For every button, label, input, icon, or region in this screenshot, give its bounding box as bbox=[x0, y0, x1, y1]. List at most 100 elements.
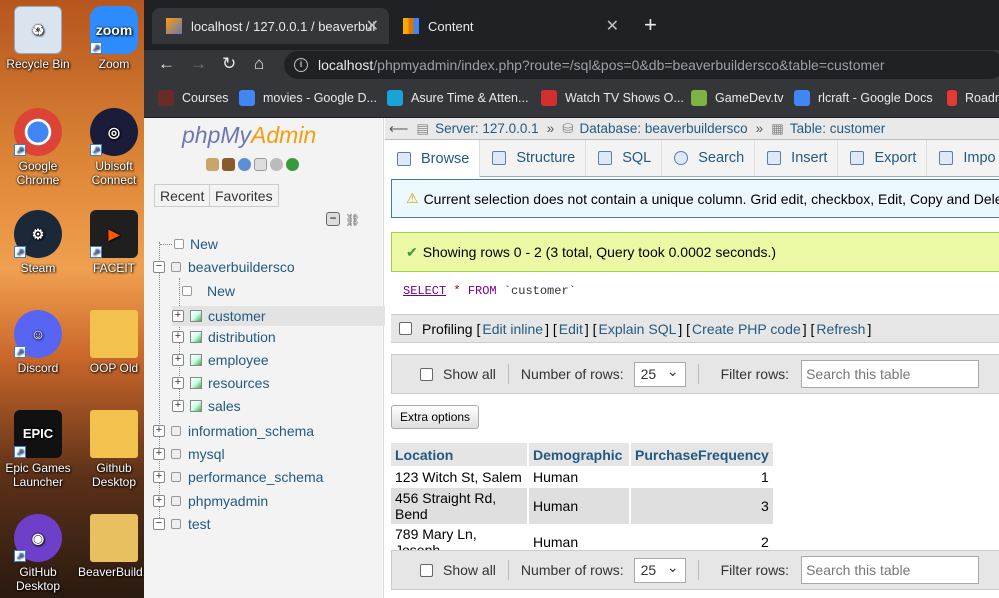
sql-select-keyword[interactable]: SELECT bbox=[403, 284, 446, 298]
profiling-checkbox[interactable] bbox=[399, 322, 412, 335]
bookmark-gamedev[interactable]: GameDev.tv bbox=[691, 90, 784, 106]
close-icon[interactable]: ✕ bbox=[366, 16, 379, 36]
collapse-icon[interactable]: − bbox=[153, 518, 165, 530]
phpmyadmin-logo[interactable]: phpMyAdmin bbox=[182, 122, 316, 149]
table-row[interactable]: 456 Straight Rd, Bend Human 3 bbox=[391, 488, 775, 524]
tab-sql[interactable]: SQL bbox=[586, 140, 663, 176]
desktop-icon-ubisoft[interactable]: ◎ ↗ Ubisoft Connect bbox=[78, 108, 150, 187]
cell-demographic[interactable]: Human bbox=[528, 466, 631, 488]
expand-icon[interactable]: + bbox=[153, 495, 165, 507]
desktop-icon-zoom[interactable]: zoom ↗ Zoom bbox=[78, 6, 150, 71]
column-header-demographic[interactable]: Demographic bbox=[528, 443, 631, 466]
expand-icon[interactable]: + bbox=[172, 310, 184, 322]
help-icon[interactable] bbox=[238, 158, 251, 171]
back-icon[interactable]: ← bbox=[158, 54, 175, 74]
reload-nav-icon[interactable] bbox=[286, 158, 299, 171]
cell-purchasefrequency[interactable]: 3 bbox=[630, 488, 775, 524]
bookmark-asure[interactable]: Asure Time & Atten... bbox=[387, 90, 528, 106]
docs-icon[interactable] bbox=[254, 158, 267, 171]
expand-icon[interactable]: + bbox=[172, 354, 184, 366]
tab-phpmyadmin[interactable]: localhost / 127.0.0.1 / beaverbui ✕ bbox=[152, 8, 389, 44]
link-with-main-icon[interactable]: ⛓ bbox=[345, 213, 360, 227]
edit-inline-link[interactable]: Edit inline bbox=[482, 321, 543, 337]
extra-options-button[interactable]: Extra options bbox=[391, 405, 480, 429]
filter-rows-input[interactable]: Search this table bbox=[801, 360, 980, 388]
explain-sql-link[interactable]: Explain SQL bbox=[599, 321, 677, 337]
desktop-icon-recycle-bin[interactable]: ♻ Recycle Bin bbox=[2, 6, 74, 71]
tab-structure[interactable]: Structure bbox=[480, 140, 587, 176]
tab-import[interactable]: Impo bbox=[927, 140, 999, 176]
desktop-icon-discord[interactable]: ☺ ↗ Discord bbox=[2, 310, 74, 375]
bookmark-movies[interactable]: movies - Google D... bbox=[239, 90, 377, 106]
create-php-code-link[interactable]: Create PHP code bbox=[692, 321, 801, 337]
bookmark-watch-tv[interactable]: Watch TV Shows O... bbox=[541, 90, 684, 106]
refresh-link[interactable]: Refresh bbox=[816, 321, 865, 337]
bookmark-rlcraft[interactable]: rlcraft - Google Docs bbox=[794, 90, 933, 106]
tree-table-customer[interactable]: + customer bbox=[172, 306, 392, 326]
tree-db-test[interactable]: − test bbox=[153, 516, 211, 532]
desktop-icon-github-desktop[interactable]: ◉ ↗ GitHub Desktop bbox=[2, 514, 74, 593]
desktop-icon-beaverbuild-zip[interactable]: BeaverBuild... bbox=[78, 514, 153, 579]
close-icon[interactable]: ✕ bbox=[606, 16, 619, 36]
table-row[interactable]: 123 Witch St, Salem Human 1 bbox=[391, 466, 775, 488]
expand-icon[interactable]: + bbox=[172, 400, 184, 412]
show-all-checkbox[interactable] bbox=[420, 367, 433, 381]
recent-tables-button[interactable]: Recent bbox=[154, 184, 211, 207]
tree-db-beaverbuildersco[interactable]: − beaverbuildersco bbox=[153, 259, 295, 275]
tab-export[interactable]: Export bbox=[838, 140, 928, 176]
expand-icon[interactable]: + bbox=[153, 471, 165, 483]
desktop-icon-github-folder[interactable]: Github Desktop bbox=[78, 410, 150, 489]
bookmark-courses[interactable]: Courses bbox=[158, 90, 229, 106]
expand-icon[interactable]: + bbox=[172, 377, 184, 389]
settings-icon[interactable] bbox=[270, 158, 283, 171]
cell-purchasefrequency[interactable]: 1 bbox=[630, 466, 775, 488]
tree-new-database[interactable]: New bbox=[160, 236, 218, 252]
tree-table-sales[interactable]: + sales bbox=[172, 398, 241, 414]
number-of-rows-select[interactable]: 25 bbox=[633, 557, 686, 583]
tree-db-information-schema[interactable]: + information_schema bbox=[153, 423, 314, 439]
breadcrumb-database[interactable]: Database: beaverbuildersco bbox=[580, 121, 748, 136]
number-of-rows-select[interactable]: 25 bbox=[633, 361, 686, 387]
column-header-location[interactable]: Location bbox=[391, 443, 529, 466]
expand-icon[interactable]: + bbox=[153, 448, 165, 460]
site-info-icon[interactable]: i bbox=[294, 58, 308, 72]
show-all-checkbox[interactable] bbox=[420, 563, 433, 577]
column-header-purchasefrequency[interactable]: PurchaseFrequency bbox=[630, 443, 775, 466]
desktop-icon-oop-old[interactable]: OOP Old bbox=[78, 310, 150, 375]
desktop-icon-chrome[interactable]: ↗ Google Chrome bbox=[2, 108, 74, 187]
new-tab-button[interactable]: + bbox=[644, 12, 657, 38]
forward-icon[interactable]: → bbox=[190, 54, 207, 74]
cell-location[interactable]: 456 Straight Rd, Bend bbox=[391, 488, 529, 524]
expand-icon[interactable]: + bbox=[153, 425, 165, 437]
desktop-icon-steam[interactable]: ⚙ ↗ Steam bbox=[2, 210, 74, 275]
tree-db-performance-schema[interactable]: + performance_schema bbox=[153, 469, 323, 485]
tree-table-resources[interactable]: + resources bbox=[172, 375, 269, 391]
home-icon[interactable]: ⌂ bbox=[254, 54, 264, 74]
desktop-icon-faceit[interactable]: ▶ ↗ FACEIT bbox=[78, 210, 150, 275]
tree-db-phpmyadmin[interactable]: + phpmyadmin bbox=[153, 493, 268, 509]
tree-db-mysql[interactable]: + mysql bbox=[153, 446, 225, 462]
home-icon[interactable] bbox=[206, 158, 219, 171]
tab-browse[interactable]: Browse bbox=[385, 140, 481, 177]
expand-icon[interactable]: + bbox=[172, 331, 184, 343]
collapse-all-button[interactable]: − bbox=[326, 212, 340, 226]
logout-icon[interactable] bbox=[222, 158, 235, 171]
collapse-nav-icon[interactable]: ⟵ bbox=[389, 121, 408, 137]
tab-content[interactable]: Content ✕ bbox=[389, 8, 629, 44]
reload-icon[interactable]: ↻ bbox=[222, 54, 236, 74]
tree-table-employee[interactable]: + employee bbox=[172, 352, 269, 368]
favorite-tables-button[interactable]: Favorites bbox=[209, 184, 279, 207]
breadcrumb-server[interactable]: Server: 127.0.0.1 bbox=[435, 121, 539, 136]
breadcrumb-table[interactable]: Table: customer bbox=[790, 121, 885, 136]
tree-table-distribution[interactable]: + distribution bbox=[172, 329, 276, 345]
tab-insert[interactable]: Insert bbox=[755, 140, 839, 176]
desktop-icon-epic-games[interactable]: EPIC ↗ Epic Games Launcher bbox=[2, 410, 74, 489]
tab-search[interactable]: Search bbox=[662, 140, 756, 176]
edit-link[interactable]: Edit bbox=[559, 321, 583, 337]
cell-demographic[interactable]: Human bbox=[528, 488, 631, 524]
address-bar[interactable]: i localhost/phpmyadmin/index.php?route=/… bbox=[284, 51, 999, 79]
tree-new-table[interactable]: New bbox=[182, 283, 235, 299]
filter-rows-input[interactable]: Search this table bbox=[801, 556, 980, 584]
bookmark-roadr[interactable]: Roadr bbox=[947, 90, 999, 106]
collapse-icon[interactable]: − bbox=[153, 261, 165, 273]
